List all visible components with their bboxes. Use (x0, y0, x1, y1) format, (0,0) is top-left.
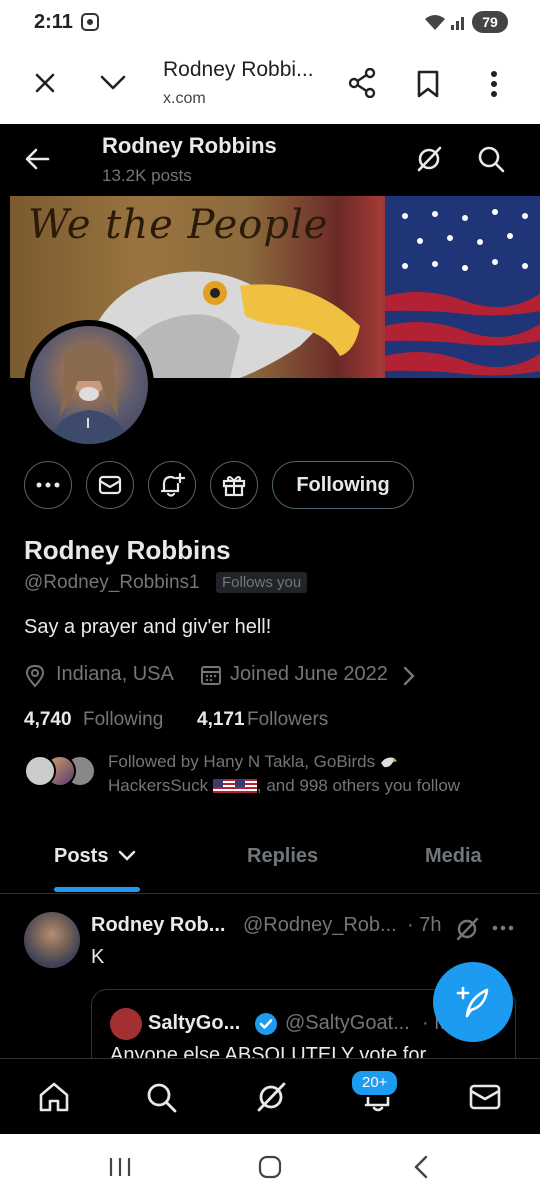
follower-avatar (24, 755, 56, 787)
calendar-icon (200, 664, 222, 686)
message-button[interactable] (86, 461, 134, 509)
header-post-count: 13.2K posts (102, 166, 192, 185)
quote-author-handle: @SaltyGoat... (285, 1012, 410, 1034)
compose-button[interactable] (433, 962, 513, 1042)
us-flag-icon (234, 779, 257, 793)
search-icon[interactable] (476, 144, 506, 174)
wifi-icon (424, 13, 446, 31)
post-author-name[interactable]: Rodney Rob... (91, 914, 225, 937)
profile-location: Indiana, USA (56, 663, 174, 685)
status-time: 2:11 (34, 11, 73, 33)
page-url: x.com (163, 90, 206, 107)
post-avatar[interactable] (24, 912, 80, 968)
chevron-down-icon[interactable] (100, 74, 126, 92)
compose-icon (456, 986, 489, 1018)
quote-author-name: SaltyGo... (148, 1012, 241, 1034)
profile-name: Rodney Robbins (24, 535, 231, 565)
followed-by-rest: , and 998 others you follow (256, 776, 461, 795)
active-tab-indicator (54, 887, 140, 892)
followed-by-line-1[interactable]: Followed by Hany N Takla, GoBirds (108, 752, 398, 772)
home-icon[interactable] (37, 1080, 71, 1114)
mail-icon[interactable] (468, 1080, 502, 1114)
back-icon[interactable] (412, 1155, 430, 1179)
grok-icon[interactable] (414, 144, 444, 174)
post-timestamp[interactable]: · 7h (407, 914, 441, 937)
follows-you-badge: Follows you (216, 572, 308, 593)
battery-indicator: 79 (472, 11, 508, 33)
more-icon[interactable] (492, 916, 514, 931)
more-button[interactable] (24, 461, 72, 509)
followed-by-text: Followed by Hany N Takla, GoBirds (108, 752, 376, 771)
tab-replies[interactable]: Replies (247, 845, 318, 868)
header-profile-name: Rodney Robbins (102, 133, 277, 158)
bookmark-icon[interactable] (416, 70, 440, 98)
divider (0, 893, 540, 894)
followers-count[interactable]: 4,171 (197, 709, 245, 731)
gift-icon (222, 476, 246, 497)
us-flag-icon (212, 779, 235, 793)
eagle-emoji-icon (380, 755, 398, 769)
tab-posts[interactable]: Posts (54, 845, 108, 868)
verified-badge-icon (254, 1012, 278, 1036)
search-icon[interactable] (144, 1080, 178, 1114)
notification-badge: 20+ (350, 1069, 400, 1097)
signal-icon (450, 13, 468, 31)
browser-toolbar: Rodney Robbi... x.com (0, 46, 540, 124)
mail-icon (98, 475, 122, 495)
bell-plus-icon (160, 472, 185, 497)
tab-media[interactable]: Media (425, 845, 482, 868)
post-author-handle[interactable]: @Rodney_Rob... (243, 914, 397, 937)
following-label[interactable]: Following (83, 709, 163, 731)
followed-by-name: HackersSuck (108, 776, 209, 795)
profile-bio: Say a prayer and giv'er hell! (24, 616, 272, 638)
location-icon (24, 664, 46, 688)
grok-icon[interactable] (254, 1080, 288, 1114)
bottom-navigation: 20+ (0, 1058, 540, 1135)
recents-icon[interactable] (108, 1156, 132, 1178)
more-icon (36, 482, 60, 488)
followed-by-line-2[interactable]: HackersSuck , and 998 others you follow (108, 776, 460, 796)
home-button-icon[interactable] (258, 1155, 282, 1179)
profile-avatar[interactable] (24, 320, 154, 450)
following-count[interactable]: 4,740 (24, 709, 72, 731)
grok-icon[interactable] (454, 916, 480, 942)
screen-record-icon (80, 12, 100, 32)
followers-label[interactable]: Followers (247, 709, 328, 731)
chevron-down-icon[interactable] (118, 850, 136, 862)
flag-graphic (385, 196, 540, 378)
back-arrow-icon[interactable] (24, 146, 50, 172)
quote-avatar (110, 1008, 142, 1040)
close-icon[interactable] (34, 72, 56, 94)
chevron-right-icon[interactable] (402, 666, 416, 686)
following-button[interactable]: Following (272, 461, 414, 509)
share-icon[interactable] (348, 68, 376, 98)
profile-handle: @Rodney_Robbins1 (24, 572, 200, 593)
page-title: Rodney Robbi... (163, 58, 314, 81)
notify-button[interactable] (148, 461, 196, 509)
kebab-icon[interactable] (489, 70, 499, 98)
profile-joined-date: Joined June 2022 (230, 663, 388, 685)
subscribe-button[interactable] (210, 461, 258, 509)
system-navigation (0, 1134, 540, 1200)
status-bar: 2:11 79 (0, 0, 540, 46)
post-text: K (91, 946, 105, 968)
